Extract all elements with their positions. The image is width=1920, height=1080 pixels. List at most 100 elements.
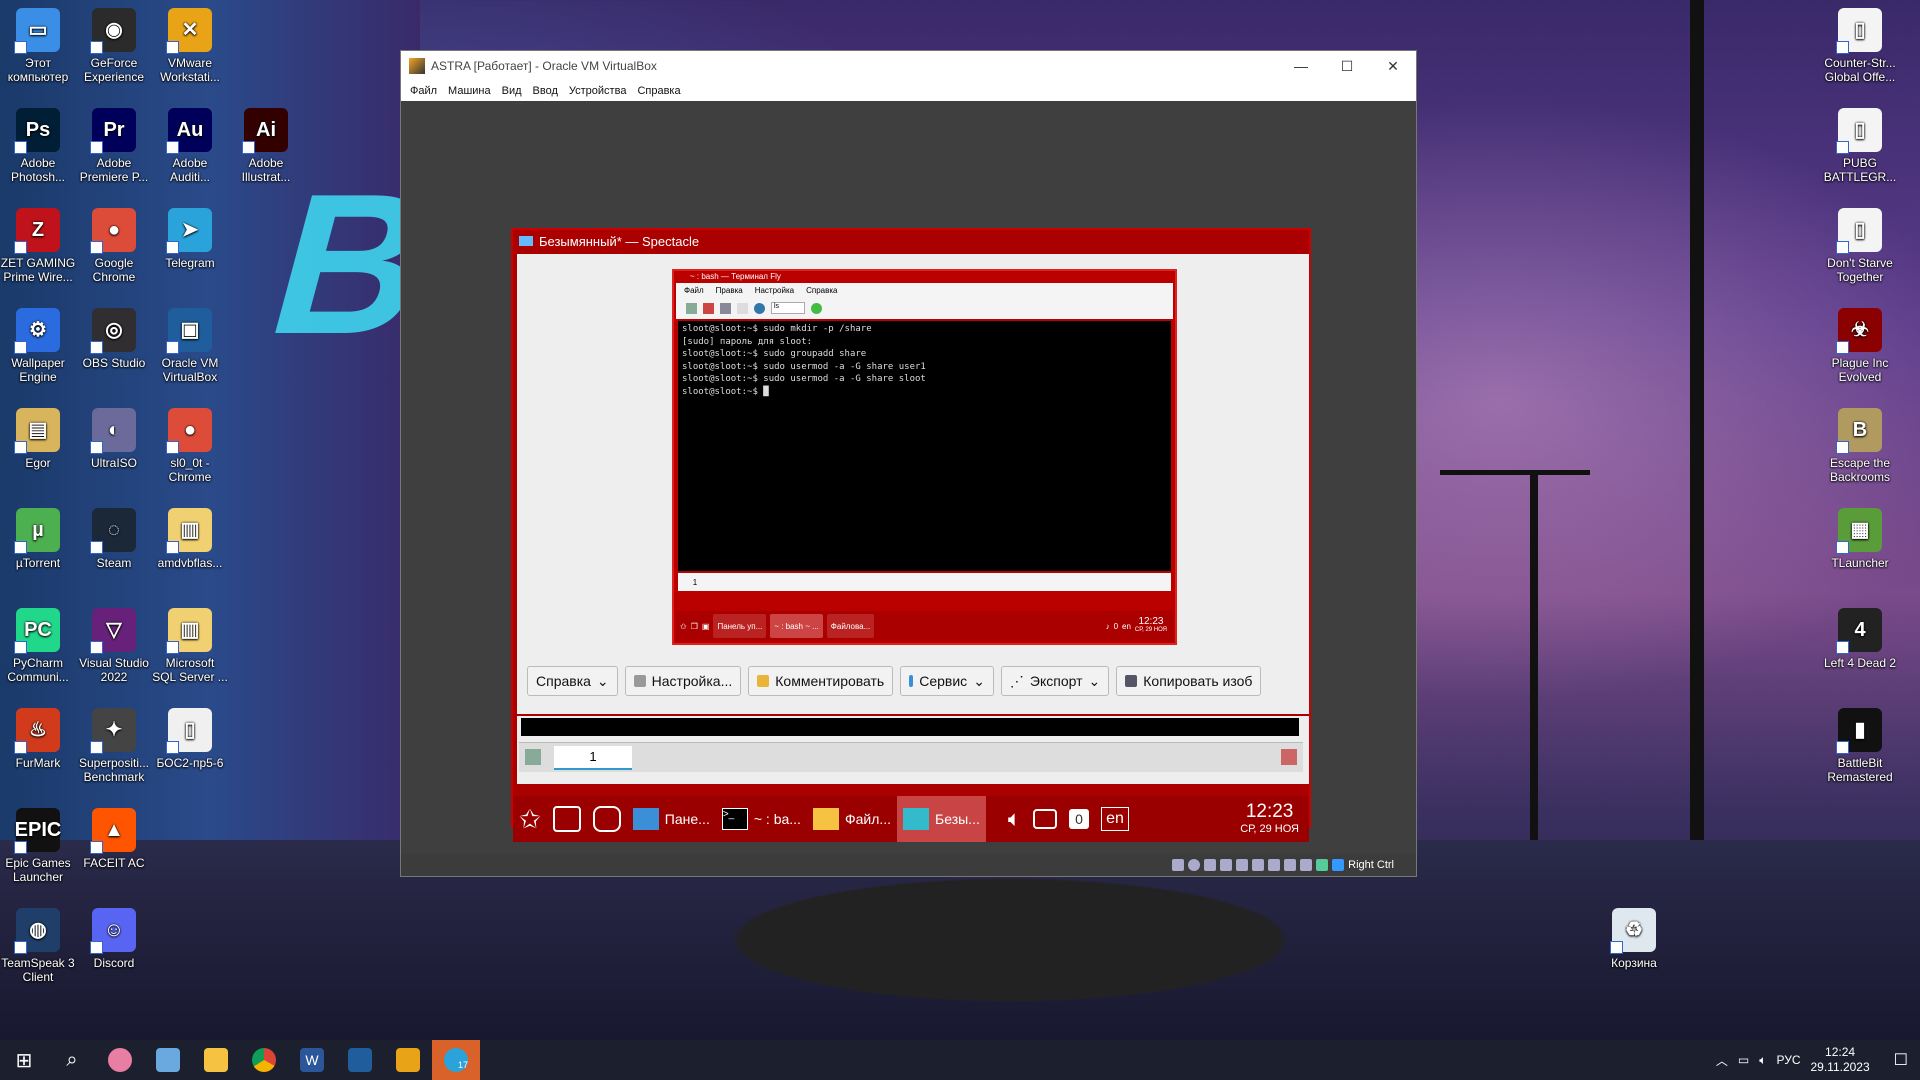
windows-list-icon[interactable] (547, 796, 587, 842)
desktop-icon[interactable]: ☣ Plague Inc Evolved (1822, 308, 1898, 384)
menu-file[interactable]: Файл (410, 85, 437, 97)
desktop-icon[interactable]: ● sl0_0t - Chrome (152, 408, 228, 484)
network-icon[interactable] (1027, 796, 1063, 842)
system-clock[interactable]: 12:24 29.11.2023 (1810, 1045, 1869, 1075)
guest-clock[interactable]: 12:23 СР, 29 НОЯ (1240, 802, 1309, 836)
menu-help[interactable]: Справка (637, 85, 680, 97)
desktop-icon[interactable]: ⚙ Wallpaper Engine (0, 308, 76, 384)
menu-machine[interactable]: Машина (448, 85, 491, 97)
desktop-icon[interactable]: B Escape the Backrooms (1822, 408, 1898, 484)
star-menu-icon[interactable]: ✩ (513, 796, 547, 842)
desktop-icon[interactable]: ▣ Oracle VM VirtualBox (152, 308, 228, 384)
desktop-icon[interactable]: 4 Left 4 Dead 2 (1822, 608, 1898, 670)
desktop-icon[interactable]: Ai Adobe Illustrat... (228, 108, 304, 184)
desktop-icon[interactable]: ▮ BattleBit Remastered (1822, 708, 1898, 784)
desktop-icon[interactable]: EPIC Epic Games Launcher (0, 808, 76, 884)
taskbar-app-vmware[interactable] (384, 1040, 432, 1080)
notification-center-icon[interactable]: ☐ (1894, 1050, 1908, 1070)
guest-tab[interactable]: 1 (554, 746, 632, 770)
annotate-button[interactable]: Комментировать (748, 666, 894, 696)
desktop-icon[interactable]: ◎ OBS Studio (76, 308, 152, 370)
new-tab-icon[interactable] (525, 749, 541, 765)
desktop-icon[interactable]: ♨ FurMark (0, 708, 76, 770)
menu-devices[interactable]: Устройства (569, 85, 627, 97)
start-button[interactable]: ⊞ (0, 1040, 48, 1080)
volume-icon[interactable]: 🔈︎ (1002, 796, 1027, 842)
network-status-icon[interactable] (1220, 859, 1233, 871)
desktop-icon[interactable]: ▯ Don't Starve Together (1822, 208, 1898, 284)
chevron-up-icon[interactable]: ︿ (1716, 1052, 1728, 1069)
search-icon[interactable]: ⌕ (48, 1040, 96, 1080)
mouse-integration-icon[interactable] (1316, 859, 1329, 871)
tools-button[interactable]: Сервис ⌄ (900, 666, 994, 696)
taskbar-app-telegram[interactable]: 17 (432, 1040, 480, 1080)
desktop-icon[interactable]: ▥ amdvbflas... (152, 508, 228, 570)
audio-icon[interactable] (1204, 859, 1217, 871)
recording-icon[interactable] (1284, 859, 1297, 871)
spectacle-window[interactable]: Безымянный* — Spectacle ~ : bash — Терми… (511, 228, 1311, 842)
desktop-icon[interactable]: PC PyCharm Communi... (0, 608, 76, 684)
desktop-icon[interactable]: Z ZET GAMING Prime Wire... (0, 208, 76, 284)
show-desktop-icon[interactable] (587, 796, 627, 842)
taskbar-app-file-explorer[interactable] (192, 1040, 240, 1080)
language-indicator[interactable]: РУС (1776, 1053, 1800, 1067)
network-icon[interactable]: ▭ (1738, 1053, 1749, 1067)
desktop-icon[interactable]: ◐ UltraISO (76, 408, 152, 470)
desktop-icon[interactable]: ☺ Discord (76, 908, 152, 970)
export-button[interactable]: ⋰ Экспорт ⌄ (1000, 666, 1110, 696)
guest-task-panel[interactable]: Пане... (627, 796, 716, 842)
taskbar-app-explorer-tablet[interactable] (144, 1040, 192, 1080)
guest-task-files[interactable]: Файл... (807, 796, 897, 842)
virtualbox-window[interactable]: ASTRA [Работает] - Oracle VM VirtualBox … (400, 50, 1417, 877)
vm-screen[interactable]: Безымянный* — Spectacle ~ : bash — Терми… (401, 102, 1416, 856)
maximize-button[interactable]: ☐ (1324, 51, 1370, 81)
close-button[interactable]: ✕ (1370, 51, 1416, 81)
desktop-icon[interactable]: ♻ Корзина (1596, 908, 1672, 970)
desktop-icon[interactable]: ● Google Chrome (76, 208, 152, 284)
taskbar-app-paint[interactable] (96, 1040, 144, 1080)
keyboard-icon[interactable] (1332, 859, 1345, 871)
optical-drive-icon[interactable] (1188, 859, 1201, 871)
desktop-icon[interactable]: ▯ Counter-Str... Global Offe... (1822, 8, 1898, 84)
taskbar-app-virtualbox[interactable] (336, 1040, 384, 1080)
desktop-icon[interactable]: ▽ Visual Studio 2022 (76, 608, 152, 684)
copy-image-button[interactable]: Копировать изоб (1116, 666, 1262, 696)
desktop-icon[interactable]: ◉ GeForce Experience (76, 8, 152, 84)
cpu-icon[interactable] (1300, 859, 1313, 871)
spectacle-titlebar[interactable]: Безымянный* — Spectacle (513, 230, 1309, 252)
desktop-icon[interactable]: Au Adobe Auditi... (152, 108, 228, 184)
desktop-icon[interactable]: ➤ Telegram (152, 208, 228, 270)
desktop-icon[interactable]: Ps Adobe Photosh... (0, 108, 76, 184)
desktop-icon[interactable]: ▭ Этот компьютер (0, 8, 76, 84)
desktop-icon[interactable]: Pr Adobe Premiere P... (76, 108, 152, 184)
desktop-icon[interactable]: µ µTorrent (0, 508, 76, 570)
taskbar-app-word[interactable]: W (288, 1040, 336, 1080)
desktop-icon[interactable]: ▦ TLauncher (1822, 508, 1898, 570)
desktop-icon[interactable]: ✕ VMware Workstati... (152, 8, 228, 84)
display-icon[interactable] (1268, 859, 1281, 871)
vbox-titlebar[interactable]: ASTRA [Работает] - Oracle VM VirtualBox … (401, 51, 1416, 81)
desktop-icon[interactable]: ▤ Egor (0, 408, 76, 470)
hdd-icon[interactable] (1172, 859, 1185, 871)
help-button[interactable]: Справка ⌄ (527, 666, 618, 696)
desktop-icon[interactable]: ▥ Microsoft SQL Server ... (152, 608, 228, 684)
usb-icon[interactable] (1236, 859, 1249, 871)
taskbar-app-chrome[interactable] (240, 1040, 288, 1080)
language-indicator[interactable]: en (1095, 796, 1135, 842)
volume-icon[interactable]: 🔈︎ (1759, 1053, 1766, 1068)
desktop-icon[interactable]: ◌ Steam (76, 508, 152, 570)
desktop-icon[interactable]: ◍ TeamSpeak 3 Client (0, 908, 76, 984)
menu-input[interactable]: Ввод (533, 85, 558, 97)
desktop-icon[interactable]: ▲ FACEIT AC (76, 808, 152, 870)
menu-view[interactable]: Вид (502, 85, 522, 97)
desktop-icon[interactable]: ✦ Superpositi... Benchmark (76, 708, 152, 784)
notification-count[interactable]: 0 (1063, 796, 1095, 842)
guest-task-spectacle[interactable]: Безы... (897, 796, 986, 842)
configure-button[interactable]: Настройка... (624, 666, 742, 696)
shared-folder-icon[interactable] (1252, 859, 1265, 871)
minimize-button[interactable]: — (1278, 51, 1324, 81)
desktop-icon[interactable]: ▯ БОС2-пр5-6 (152, 708, 228, 770)
desktop-icon[interactable]: ▯ PUBG BATTLEGR... (1822, 108, 1898, 184)
close-tab-icon[interactable] (1281, 749, 1297, 765)
guest-task-bash[interactable]: >_ ~ : ba... (716, 796, 807, 842)
